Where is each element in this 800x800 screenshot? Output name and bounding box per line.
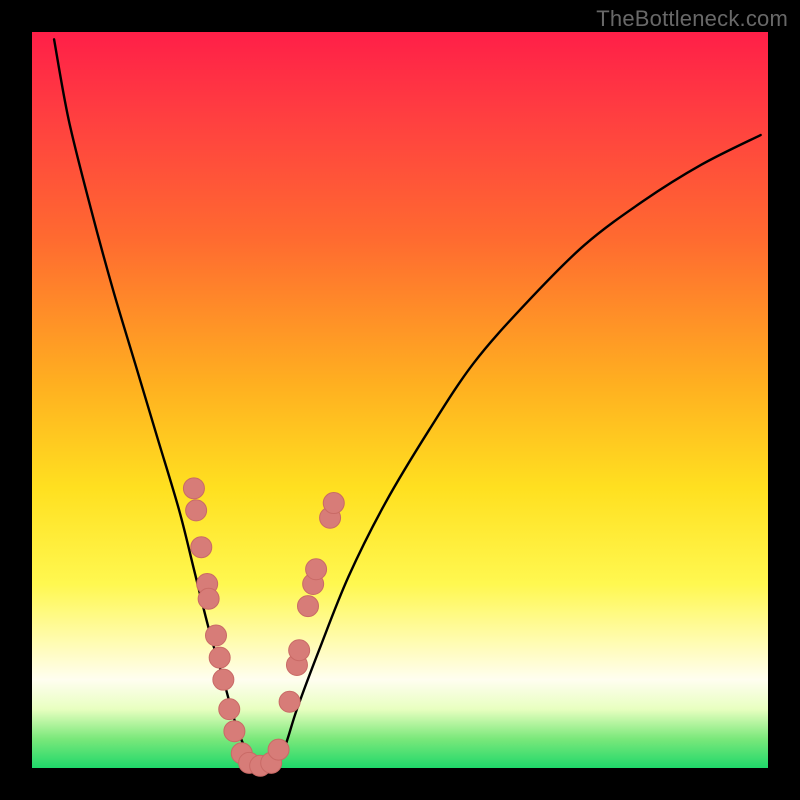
data-marker: [198, 588, 219, 609]
data-marker: [298, 596, 319, 617]
data-marker: [183, 478, 204, 499]
data-marker: [213, 669, 234, 690]
data-marker: [186, 500, 207, 521]
data-marker: [279, 691, 300, 712]
data-marker: [289, 640, 310, 661]
curve-layer: [54, 39, 761, 768]
data-marker: [219, 699, 240, 720]
data-marker: [306, 559, 327, 580]
chart-frame: [32, 32, 768, 768]
data-marker: [268, 739, 289, 760]
data-marker: [206, 625, 227, 646]
data-marker: [209, 647, 230, 668]
data-marker: [191, 537, 212, 558]
bottleneck-curve: [54, 39, 761, 768]
data-marker: [224, 721, 245, 742]
data-marker: [323, 493, 344, 514]
watermark-text: TheBottleneck.com: [596, 6, 788, 32]
bottleneck-chart: [32, 32, 768, 768]
